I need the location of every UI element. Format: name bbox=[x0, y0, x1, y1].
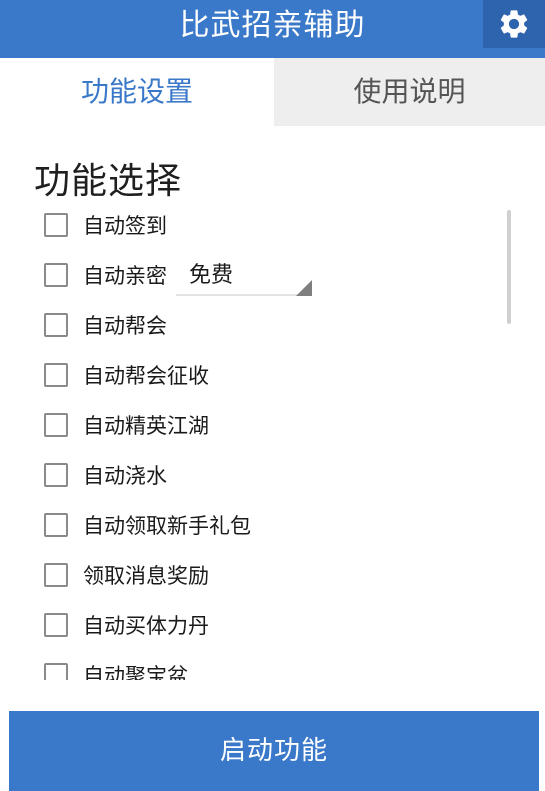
option-label: 自动帮会征收 bbox=[83, 364, 209, 388]
option-auto-watering[interactable]: 自动浇水 bbox=[0, 450, 545, 500]
start-function-button[interactable]: 启动功能 bbox=[9, 711, 539, 791]
gear-icon bbox=[500, 10, 528, 38]
option-label: 自动浇水 bbox=[83, 464, 167, 488]
options-list-viewport: 自动签到 自动亲密 免费 自动帮会 自动帮会征收 自动精英江湖 自动浇水 自动领… bbox=[0, 200, 545, 680]
option-label: 自动精英江湖 bbox=[83, 414, 209, 438]
select-value: 免费 bbox=[189, 263, 234, 288]
section-title: 功能选择 bbox=[34, 161, 183, 202]
option-auto-buy-stamina[interactable]: 自动买体力丹 bbox=[0, 600, 545, 650]
option-label: 自动买体力丹 bbox=[83, 614, 209, 638]
option-auto-intimacy[interactable]: 自动亲密 免费 bbox=[0, 250, 545, 300]
option-message-reward[interactable]: 领取消息奖励 bbox=[0, 550, 545, 600]
settings-button[interactable] bbox=[483, 0, 545, 48]
intimacy-mode-select[interactable]: 免费 bbox=[176, 256, 312, 296]
option-auto-guild-levy[interactable]: 自动帮会征收 bbox=[0, 350, 545, 400]
option-label: 自动领取新手礼包 bbox=[83, 514, 251, 538]
title-bar: 比武招亲辅助 bbox=[0, 0, 545, 58]
checkbox[interactable] bbox=[44, 363, 68, 387]
option-auto-guild[interactable]: 自动帮会 bbox=[0, 300, 545, 350]
tab-function-settings[interactable]: 功能设置 bbox=[0, 58, 274, 126]
checkbox[interactable] bbox=[44, 463, 68, 487]
option-auto-treasure-bowl[interactable]: 自动聚宝盆 bbox=[0, 650, 545, 680]
app-title: 比武招亲辅助 bbox=[179, 8, 366, 43]
option-label: 领取消息奖励 bbox=[83, 564, 209, 588]
option-auto-checkin[interactable]: 自动签到 bbox=[0, 200, 545, 250]
checkbox[interactable] bbox=[44, 613, 68, 637]
options-list: 自动签到 自动亲密 免费 自动帮会 自动帮会征收 自动精英江湖 自动浇水 自动领… bbox=[0, 200, 545, 680]
list-scrollbar[interactable] bbox=[507, 210, 511, 324]
checkbox[interactable] bbox=[44, 663, 68, 680]
option-label: 自动签到 bbox=[83, 214, 167, 238]
checkbox[interactable] bbox=[44, 563, 68, 587]
option-label: 自动帮会 bbox=[83, 314, 167, 338]
option-label: 自动聚宝盆 bbox=[83, 664, 188, 680]
option-auto-elite-jianghu[interactable]: 自动精英江湖 bbox=[0, 400, 545, 450]
option-auto-newbie-gift[interactable]: 自动领取新手礼包 bbox=[0, 500, 545, 550]
tab-bar: 功能设置 使用说明 bbox=[0, 58, 545, 126]
tab-usage-instructions[interactable]: 使用说明 bbox=[274, 58, 545, 126]
checkbox[interactable] bbox=[44, 413, 68, 437]
dropdown-triangle-icon bbox=[296, 280, 312, 296]
option-label: 自动亲密 bbox=[83, 264, 167, 288]
checkbox[interactable] bbox=[44, 263, 68, 287]
checkbox[interactable] bbox=[44, 313, 68, 337]
select-underline bbox=[176, 294, 312, 296]
checkbox[interactable] bbox=[44, 513, 68, 537]
checkbox[interactable] bbox=[44, 213, 68, 237]
